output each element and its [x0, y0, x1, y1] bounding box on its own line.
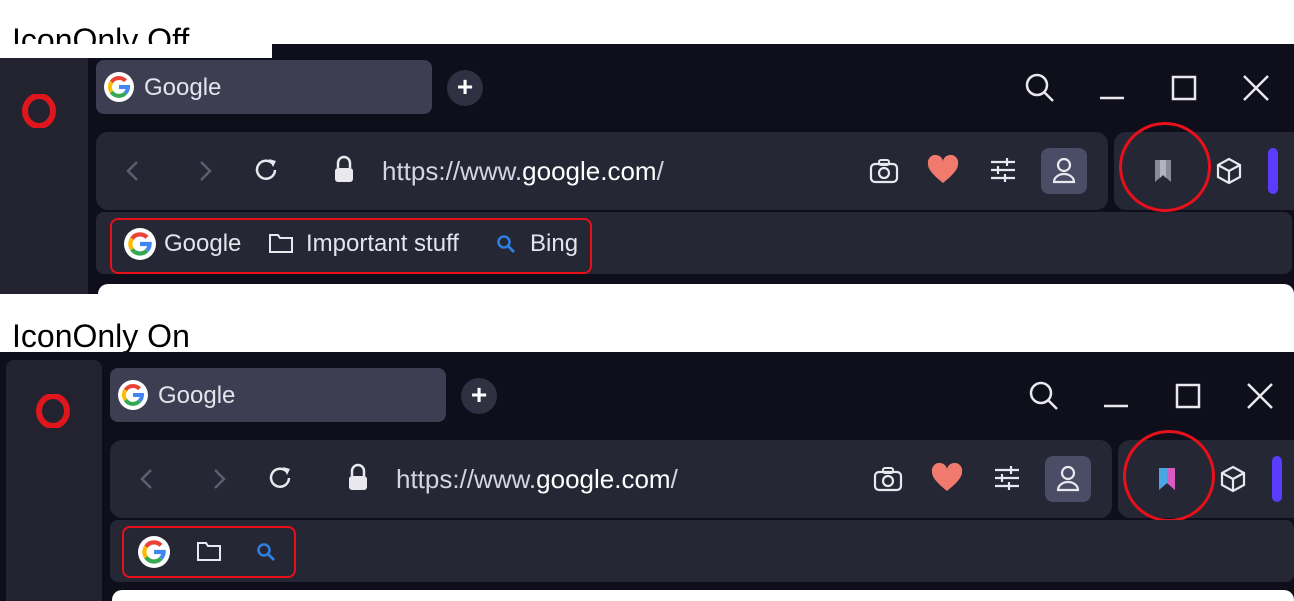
profile-avatar-button[interactable] — [1041, 148, 1087, 194]
sidebar — [6, 360, 102, 601]
easy-setup-icon[interactable] — [992, 464, 1022, 492]
accent-bar — [1268, 148, 1278, 194]
maximize-icon[interactable] — [1164, 68, 1204, 108]
heart-icon[interactable] — [926, 154, 960, 186]
opera-logo-icon[interactable] — [22, 94, 56, 128]
profile-avatar-button[interactable] — [1045, 456, 1091, 502]
google-favicon-icon — [104, 72, 134, 102]
forward-icon[interactable] — [204, 464, 234, 494]
lock-icon[interactable] — [330, 154, 358, 186]
page-content — [98, 284, 1294, 294]
annotation-circle — [1119, 122, 1211, 212]
new-tab-button[interactable]: + — [461, 378, 497, 414]
address-bar: https://www.google.com/ — [110, 440, 1112, 518]
tab-google[interactable]: Google — [96, 60, 432, 114]
page-content — [112, 590, 1294, 601]
url-scheme: https://www. — [396, 464, 537, 494]
close-icon[interactable] — [1236, 68, 1276, 108]
caption-background — [0, 44, 272, 58]
reload-icon[interactable] — [264, 462, 296, 494]
minimize-icon[interactable] — [1096, 376, 1136, 416]
search-tabs-icon[interactable] — [1024, 376, 1064, 416]
new-tab-button[interactable]: + — [447, 70, 483, 106]
sidebar — [0, 58, 88, 294]
url-text[interactable]: https://www.google.com/ — [396, 464, 678, 495]
google-favicon-icon — [118, 380, 148, 410]
extensions-cube-icon[interactable] — [1214, 156, 1244, 186]
caption-icononly-on: IconOnly On — [12, 318, 190, 354]
url-path: / — [656, 156, 664, 186]
back-icon[interactable] — [132, 464, 162, 494]
annotation-box-bookmarks — [122, 526, 296, 578]
tab-title: Google — [144, 74, 222, 101]
extensions-cube-icon[interactable] — [1218, 464, 1248, 494]
url-text[interactable]: https://www.google.com/ — [382, 156, 664, 187]
back-icon[interactable] — [118, 156, 148, 186]
annotation-circle — [1123, 430, 1215, 522]
reload-icon[interactable] — [250, 154, 282, 186]
heart-icon[interactable] — [930, 462, 964, 494]
url-path: / — [670, 464, 678, 494]
snapshot-camera-icon[interactable] — [872, 464, 904, 494]
url-host: google.com — [536, 464, 671, 494]
search-tabs-icon[interactable] — [1020, 68, 1060, 108]
snapshot-camera-icon[interactable] — [868, 156, 900, 186]
tab-google[interactable]: Google — [110, 368, 446, 422]
minimize-icon[interactable] — [1092, 68, 1132, 108]
browser-window-icononly-on: Google + https://www.google.com/ — [0, 352, 1294, 601]
easy-setup-icon[interactable] — [988, 156, 1018, 184]
browser-window-icononly-off: Google + https://www.google.com/ Google … — [0, 44, 1294, 294]
maximize-icon[interactable] — [1168, 376, 1208, 416]
lock-icon[interactable] — [344, 462, 372, 494]
url-host: google.com — [522, 156, 657, 186]
annotation-box-bookmarks — [110, 218, 592, 274]
forward-icon[interactable] — [190, 156, 220, 186]
close-icon[interactable] — [1240, 376, 1280, 416]
accent-bar — [1272, 456, 1282, 502]
address-bar: https://www.google.com/ — [96, 132, 1108, 210]
url-scheme: https://www. — [382, 156, 523, 186]
opera-logo-icon[interactable] — [36, 394, 70, 428]
tab-title: Google — [158, 382, 236, 409]
